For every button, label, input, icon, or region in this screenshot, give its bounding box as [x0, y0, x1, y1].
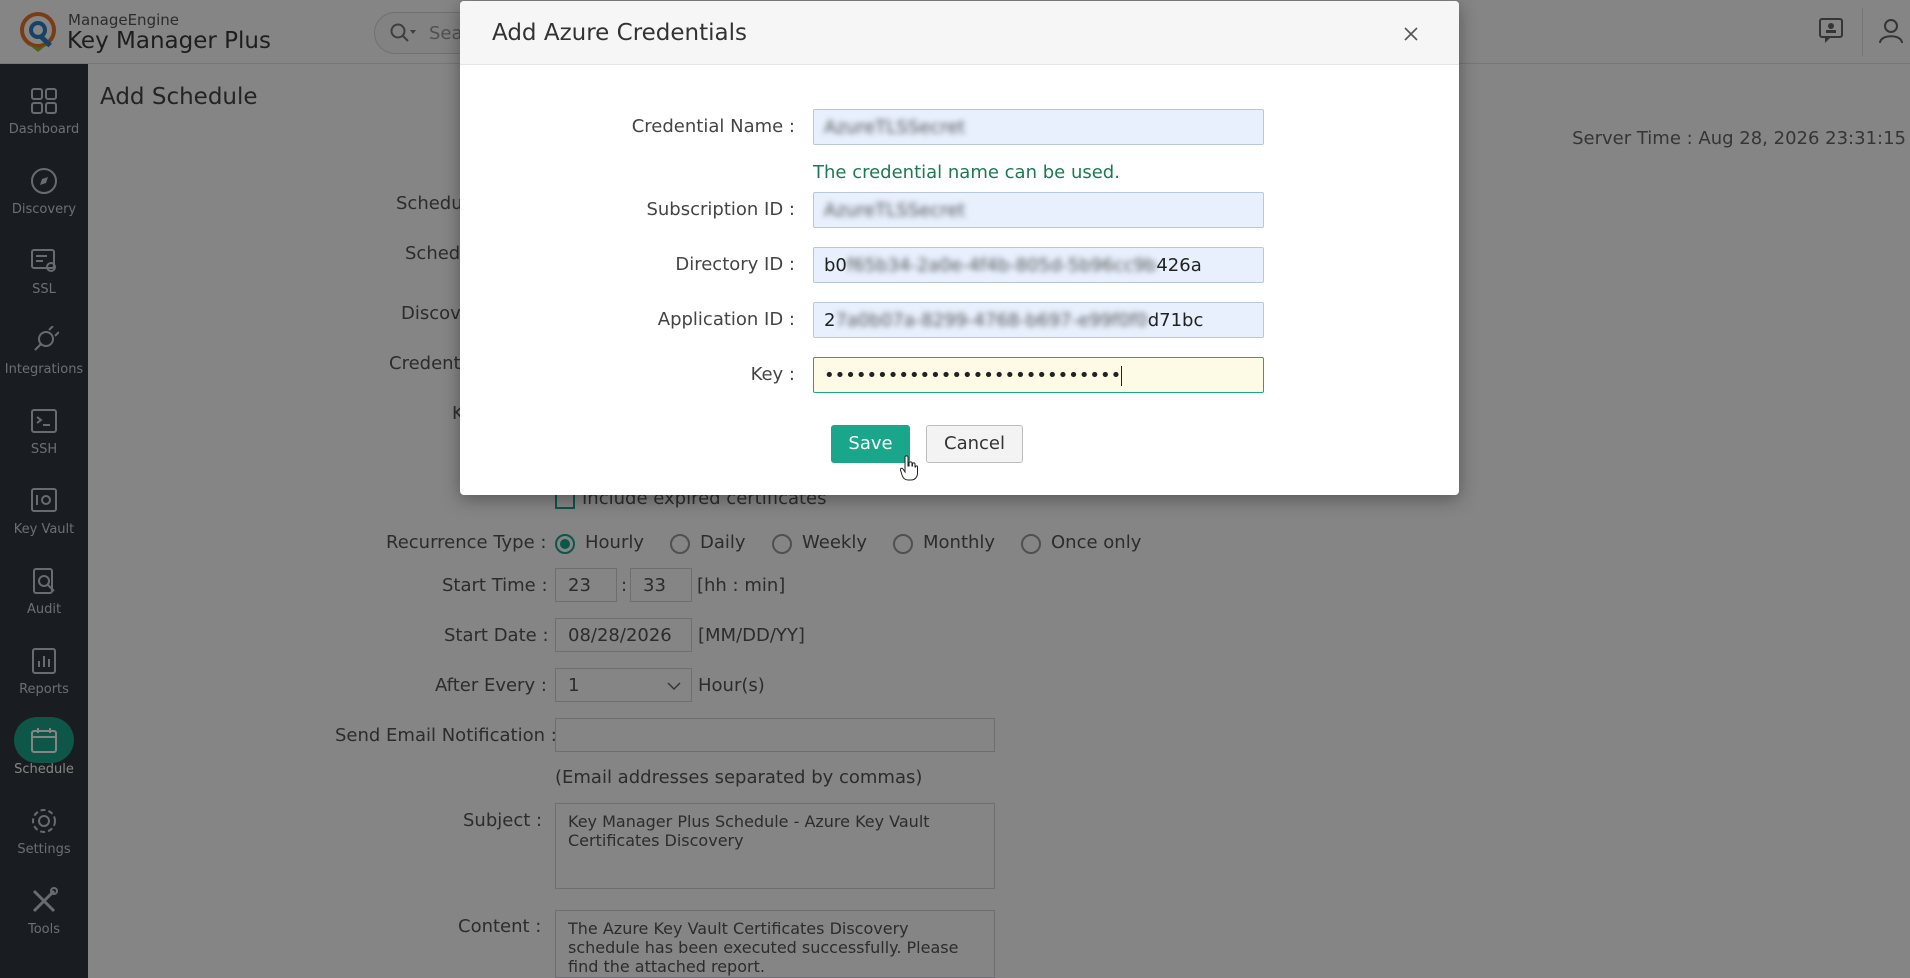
- credential-name-hint: The credential name can be used.: [813, 162, 1120, 183]
- key-masked-value: ••••••••••••••••••••••••••••: [824, 365, 1122, 386]
- cancel-button[interactable]: Cancel: [926, 425, 1023, 463]
- application-id-suffix: d71bc: [1147, 310, 1204, 331]
- directory-id-suffix: 426a: [1156, 255, 1202, 276]
- subscription-id-label: Subscription ID :: [646, 199, 795, 220]
- directory-id-masked: f65b34-2a0e-4f4b-805d-5b96cc9b: [846, 255, 1157, 276]
- key-label: Key :: [750, 364, 795, 385]
- application-id-label: Application ID :: [657, 309, 795, 330]
- close-icon[interactable]: [1402, 25, 1420, 43]
- dialog-header: Add Azure Credentials: [460, 1, 1459, 65]
- credential-name-input[interactable]: AzureTLSSecret: [813, 109, 1264, 145]
- directory-id-prefix: b0: [824, 255, 847, 276]
- application-id-input[interactable]: 27a0b07a-8299-4768-b697-e99f0f0d71bc: [813, 302, 1264, 338]
- subscription-id-value: AzureTLSSecret: [824, 200, 966, 221]
- save-button[interactable]: Save: [831, 425, 910, 463]
- directory-id-label: Directory ID :: [675, 254, 795, 275]
- key-password-input[interactable]: ••••••••••••••••••••••••••••: [813, 357, 1264, 393]
- add-azure-credentials-dialog: Add Azure Credentials Credential Name : …: [460, 1, 1459, 495]
- credential-name-label: Credential Name :: [631, 116, 795, 137]
- text-caret: [1121, 366, 1123, 386]
- dialog-title: Add Azure Credentials: [492, 20, 747, 46]
- credential-name-value: AzureTLSSecret: [824, 117, 966, 138]
- application-id-masked: 7a0b07a-8299-4768-b697-e99f0f0: [835, 310, 1148, 331]
- subscription-id-input[interactable]: AzureTLSSecret: [813, 192, 1264, 228]
- application-id-prefix: 2: [824, 310, 836, 331]
- directory-id-input[interactable]: b0f65b34-2a0e-4f4b-805d-5b96cc9b426a: [813, 247, 1264, 283]
- hand-pointer-icon: [900, 455, 918, 481]
